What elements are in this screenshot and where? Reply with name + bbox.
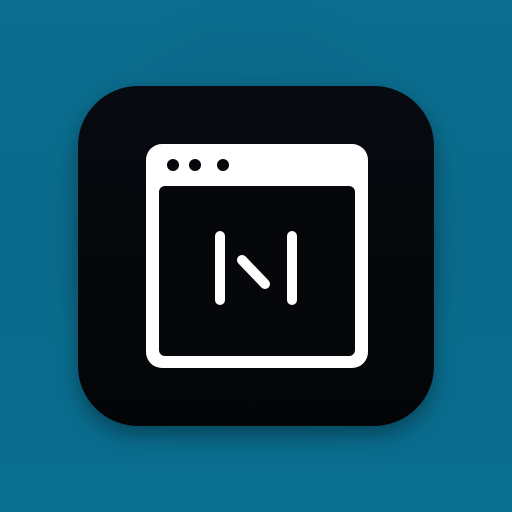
window-dot-icon (189, 159, 201, 171)
n-logo-icon (215, 231, 297, 305)
window-dot-icon (217, 159, 229, 171)
window-dot-icon (167, 159, 179, 171)
